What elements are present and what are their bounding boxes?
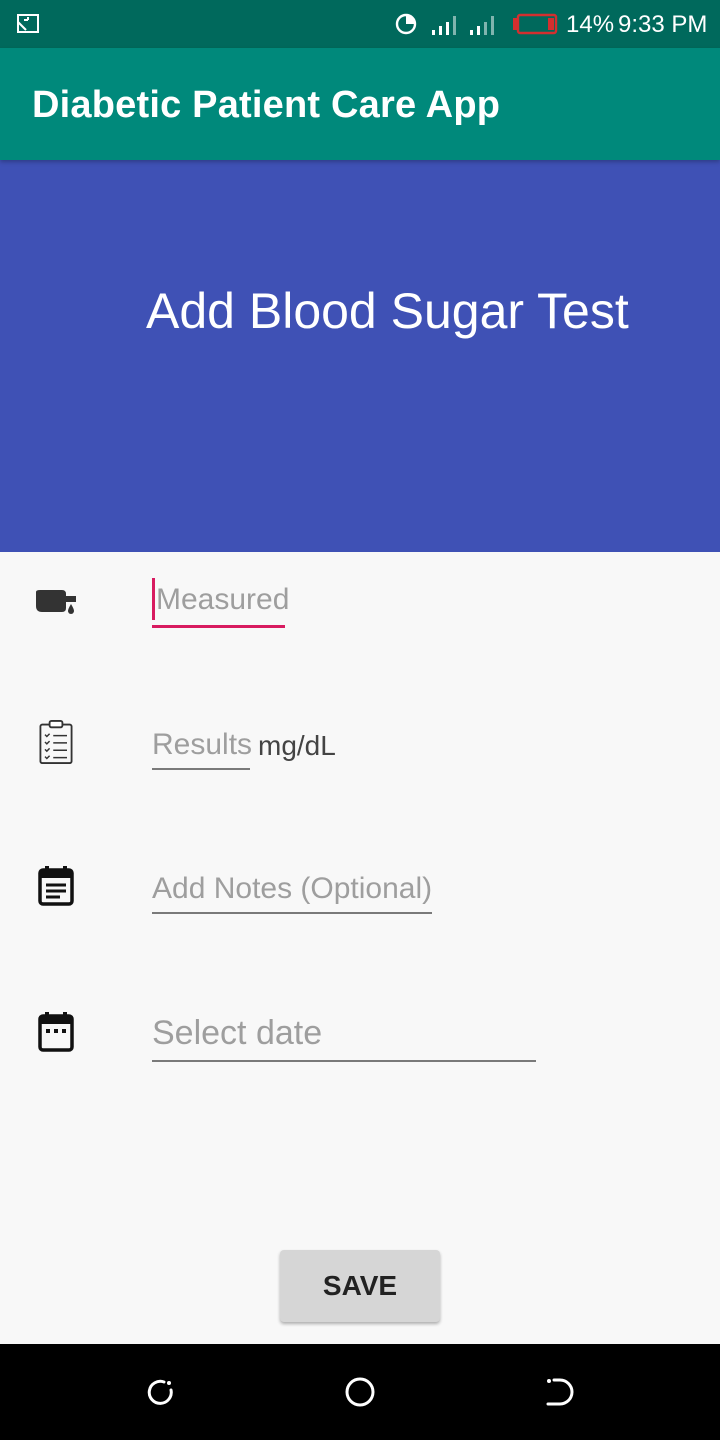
date-underline [152, 1060, 536, 1062]
glucometer-icon [36, 590, 76, 614]
calendar-icon [38, 1012, 74, 1052]
date-picker-field[interactable]: Select date [152, 1010, 536, 1062]
status-bar: 14% 9:33 PM [0, 0, 720, 48]
page-title: Add Blood Sugar Test [146, 283, 629, 339]
battery-icon [513, 13, 558, 35]
signal-icon [432, 16, 456, 35]
results-underline [152, 768, 250, 770]
results-placeholder: Results [152, 728, 253, 761]
results-input[interactable]: Results [152, 724, 253, 770]
recent-apps-icon[interactable] [142, 1374, 178, 1410]
app-bar: Diabetic Patient Care App [0, 48, 720, 160]
battery-percent: 14% [566, 11, 615, 38]
navigation-bar [0, 1344, 720, 1440]
clock: 9:33 PM [618, 11, 708, 38]
checklist-clipboard-icon [39, 720, 73, 764]
back-icon[interactable] [542, 1374, 578, 1410]
home-icon[interactable] [342, 1374, 378, 1410]
text-cursor [152, 578, 155, 620]
measured-placeholder: Measured [156, 583, 290, 616]
signal-icon [470, 16, 494, 35]
notes-underline [152, 912, 432, 914]
notes-calendar-icon [38, 866, 74, 906]
date-placeholder: Select date [152, 1014, 323, 1052]
app-title: Diabetic Patient Care App [32, 84, 501, 126]
header-banner: Add Blood Sugar Test [0, 160, 720, 552]
notes-placeholder: Add Notes (Optional) [152, 872, 433, 905]
results-unit: mg/dL [258, 730, 336, 761]
save-button[interactable]: SAVE [280, 1250, 440, 1322]
data-saver-icon [395, 13, 417, 35]
notes-input[interactable]: Add Notes (Optional) [152, 868, 432, 914]
measured-underline [152, 625, 285, 628]
screen-cast-icon [17, 14, 39, 33]
